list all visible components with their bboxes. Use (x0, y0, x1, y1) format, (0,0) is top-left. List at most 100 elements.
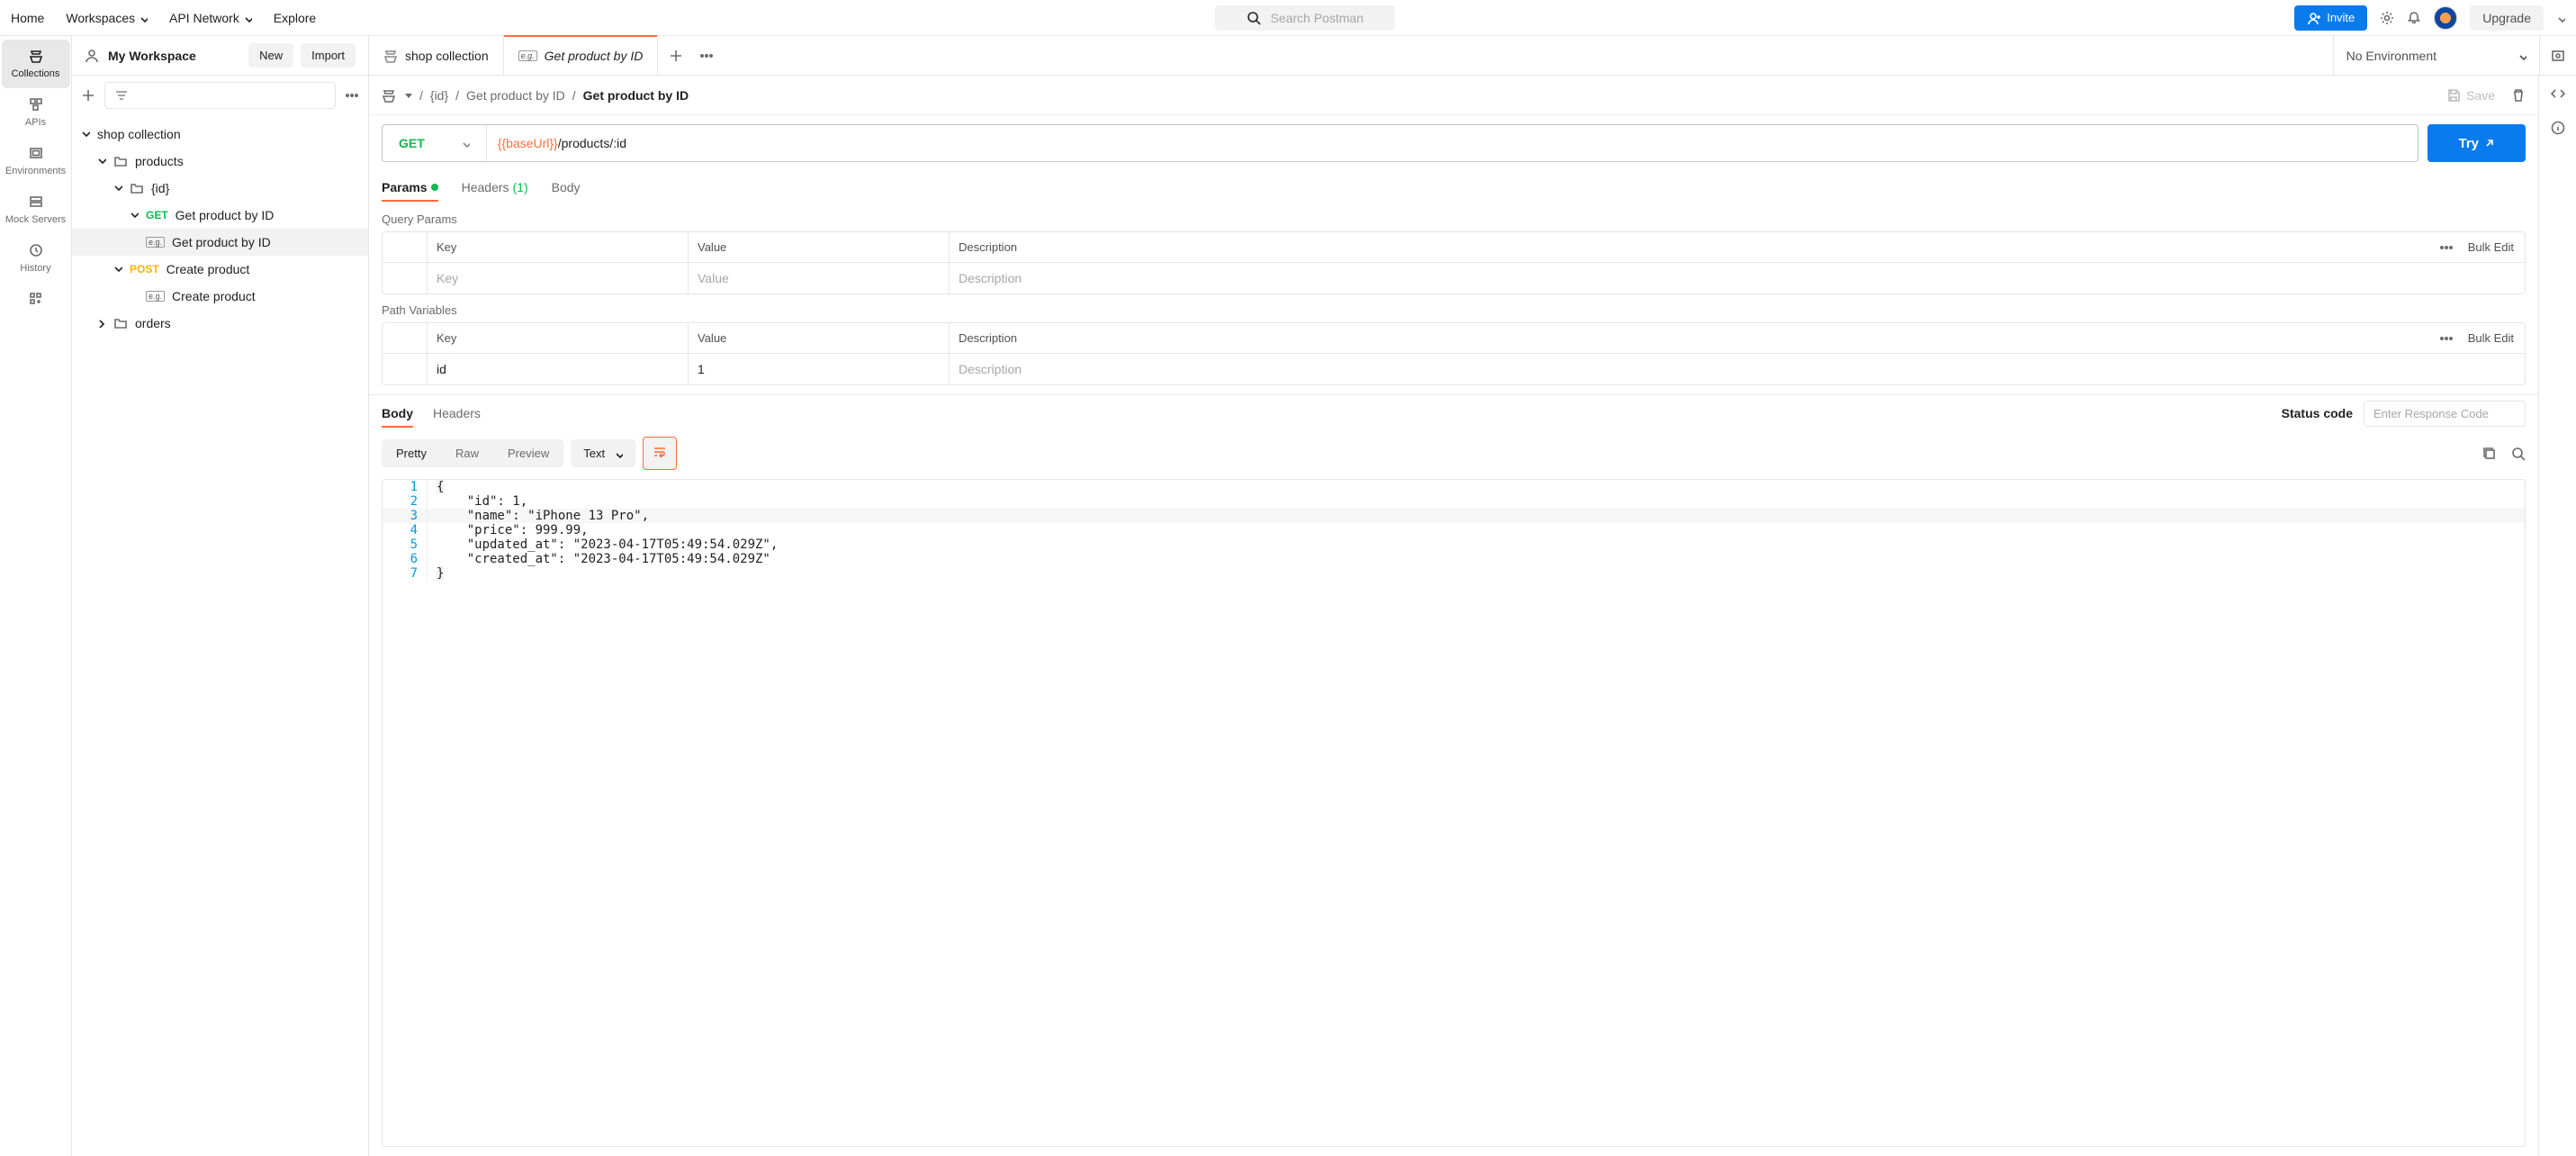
response-tab-body[interactable]: Body (382, 406, 413, 420)
path-var-value-input[interactable]: 1 (689, 354, 950, 384)
tree-folder-orders[interactable]: orders (72, 310, 368, 337)
response-tab-headers[interactable]: Headers (433, 406, 481, 420)
tree-request-create-product[interactable]: POST Create product (72, 256, 368, 283)
wrap-lines-button[interactable] (643, 437, 677, 470)
rail-environments[interactable]: Environments (2, 137, 70, 185)
sidebar-more-button[interactable] (345, 88, 359, 103)
environments-icon (29, 146, 43, 160)
view-raw-button[interactable]: Raw (441, 439, 493, 467)
tree-example-create-product[interactable]: e.g. Create product (72, 283, 368, 310)
plus-icon (81, 88, 95, 103)
info-button[interactable] (2551, 121, 2565, 135)
response-code-editor[interactable]: 1{ 2 "id": 1, 3 "name": "iPhone 13 Pro",… (382, 479, 2526, 1147)
avatar-button[interactable] (2434, 6, 2457, 30)
nav-workspaces[interactable]: Workspaces (66, 11, 148, 25)
col-key: Key (428, 232, 689, 262)
query-desc-input[interactable]: Description (950, 263, 2525, 294)
save-icon (2446, 88, 2461, 103)
workspace-title: My Workspace (108, 49, 196, 63)
path-var-key-input[interactable]: id (428, 354, 689, 384)
response-format-select[interactable]: Text (571, 439, 635, 467)
request-tab-params[interactable]: Params (382, 180, 438, 194)
delete-button[interactable] (2511, 88, 2526, 103)
notifications-button[interactable] (2407, 11, 2421, 25)
new-tab-button[interactable] (669, 49, 683, 63)
bulk-edit-button[interactable]: Bulk Edit (2468, 331, 2514, 345)
tab-shop-collection[interactable]: shop collection (369, 36, 504, 75)
breadcrumb-request[interactable]: Get product by ID (466, 88, 565, 103)
rail-more[interactable] (2, 283, 70, 315)
request-tab-body[interactable]: Body (552, 180, 581, 194)
query-value-input[interactable]: Value (689, 263, 950, 294)
modified-indicator-icon (431, 184, 438, 191)
upgrade-button[interactable]: Upgrade (2470, 5, 2544, 31)
tab-more-button[interactable] (699, 49, 714, 63)
add-collection-button[interactable] (81, 88, 95, 103)
environment-selector[interactable]: No Environment (2333, 36, 2539, 75)
rail-collections[interactable]: Collections (2, 40, 70, 88)
table-options-button[interactable] (2439, 240, 2454, 255)
tree-folder-products[interactable]: products (72, 148, 368, 175)
save-button[interactable]: Save (2446, 88, 2495, 103)
tree-collection-shop[interactable]: shop collection (72, 121, 368, 148)
filter-icon (114, 88, 129, 103)
request-url-input[interactable]: {{baseUrl}}/products/:id (487, 125, 2418, 161)
breadcrumb-id[interactable]: {id} (430, 88, 448, 103)
env-quicklook-button[interactable] (2551, 49, 2565, 63)
history-icon (29, 243, 43, 257)
table-options-button[interactable] (2439, 331, 2454, 346)
import-button[interactable]: Import (301, 43, 356, 68)
chevron-down-icon (461, 139, 470, 148)
caret-down-icon[interactable] (403, 91, 412, 100)
collection-icon (382, 88, 396, 103)
person-icon (85, 49, 99, 63)
wrap-icon (653, 445, 667, 459)
tree-example-get-product[interactable]: e.g. Get product by ID (72, 229, 368, 256)
mock-icon (29, 194, 43, 209)
chevron-down-icon (614, 449, 623, 458)
request-tab-headers[interactable]: Headers (1) (462, 180, 528, 194)
folder-icon (113, 154, 128, 168)
nav-explore[interactable]: Explore (274, 11, 316, 25)
code-snippet-button[interactable] (2551, 86, 2565, 101)
copy-response-button[interactable] (2482, 447, 2497, 461)
code-icon (2551, 86, 2565, 101)
filter-collections[interactable] (104, 82, 336, 109)
status-code-input[interactable]: Enter Response Code (2364, 401, 2526, 427)
chevron-down-icon (139, 14, 148, 23)
method-selector[interactable]: GET (383, 125, 487, 161)
try-button[interactable]: Try (2427, 124, 2526, 162)
chevron-down-icon (97, 157, 106, 166)
new-button[interactable]: New (248, 43, 293, 68)
example-badge-icon: e.g. (146, 237, 165, 248)
invite-icon (2307, 11, 2321, 25)
nav-home[interactable]: Home (11, 11, 44, 25)
rail-apis[interactable]: APIs (2, 88, 70, 137)
view-pretty-button[interactable]: Pretty (382, 439, 441, 467)
query-key-input[interactable]: Key (428, 263, 689, 294)
search-response-button[interactable] (2511, 447, 2526, 461)
global-search[interactable]: Search Postman (1215, 5, 1395, 31)
rail-mock-servers[interactable]: Mock Servers (2, 185, 70, 234)
col-description: Description (950, 232, 2408, 262)
invite-button[interactable]: Invite (2294, 5, 2367, 31)
info-icon (2551, 121, 2565, 135)
tree-folder-id[interactable]: {id} (72, 175, 368, 202)
sidebar: My Workspace New Import shop collection … (72, 36, 369, 1156)
settings-button[interactable] (2380, 11, 2394, 25)
more-horizontal-icon (2439, 331, 2454, 346)
chevron-right-icon (97, 319, 106, 328)
status-code-label: Status code (2282, 406, 2353, 420)
tree-request-get-product[interactable]: GET Get product by ID (72, 202, 368, 229)
tab-get-product[interactable]: e.g. Get product by ID (504, 36, 659, 75)
path-var-desc-input[interactable]: Description (950, 354, 2525, 384)
nav-api-network[interactable]: API Network (169, 11, 252, 25)
more-dropdown[interactable] (2556, 14, 2565, 23)
collections-icon (29, 49, 43, 63)
tabs-bar: shop collection e.g. Get product by ID N… (369, 36, 2576, 76)
col-value: Value (689, 323, 950, 353)
bulk-edit-button[interactable]: Bulk Edit (2468, 240, 2514, 254)
view-preview-button[interactable]: Preview (493, 439, 563, 467)
chevron-down-icon (2556, 14, 2565, 23)
rail-history[interactable]: History (2, 234, 70, 283)
